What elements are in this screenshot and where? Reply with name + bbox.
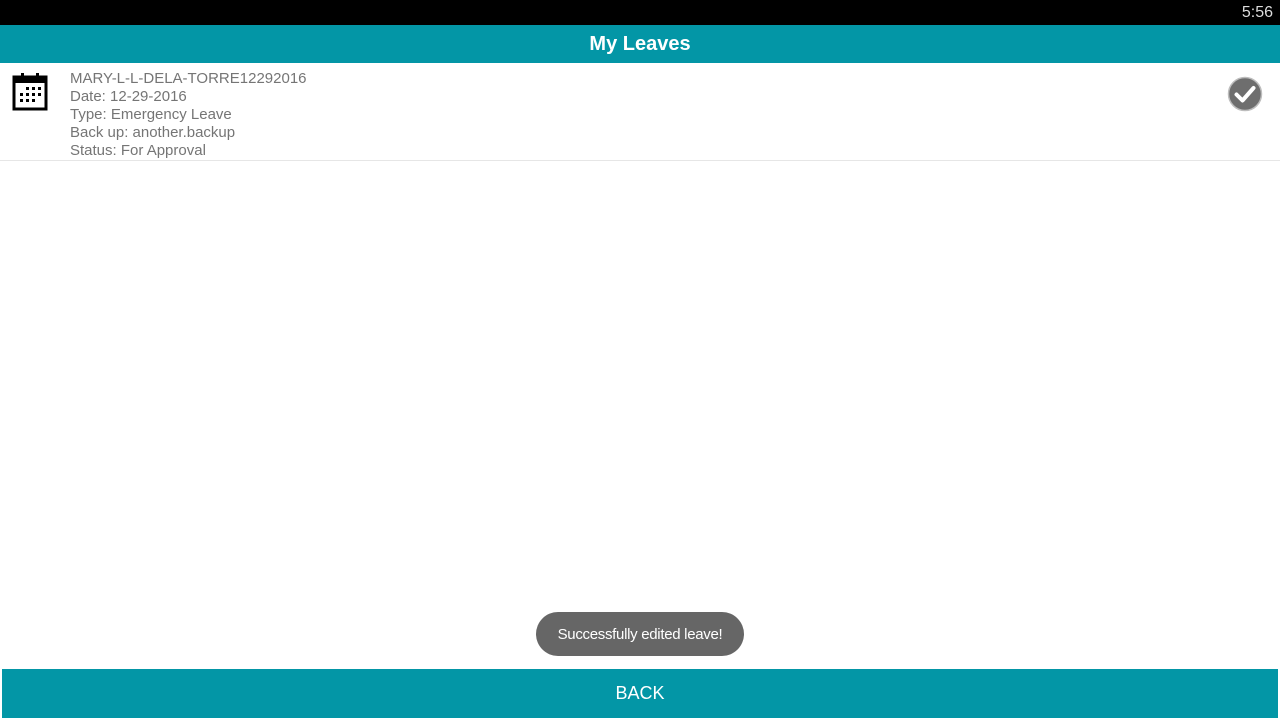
leave-date: Date: 12-29-2016 bbox=[70, 88, 187, 105]
leave-type: Type: Emergency Leave bbox=[70, 106, 232, 123]
calendar-icon bbox=[12, 73, 48, 111]
page-title: My Leaves bbox=[589, 32, 691, 55]
toast-notification: Successfully edited leave! bbox=[536, 612, 744, 656]
status-bar: 5:56 bbox=[0, 0, 1280, 25]
status-time: 5:56 bbox=[1241, 4, 1273, 21]
leave-id: MARY-L-L-DELA-TORRE12292016 bbox=[70, 70, 307, 87]
leave-list: MARY-L-L-DELA-TORRE12292016 Date: 12-29-… bbox=[0, 63, 1280, 161]
leave-backup: Back up: another.backup bbox=[70, 124, 236, 141]
leave-details: MARY-L-L-DELA-TORRE12292016 Date: 12-29-… bbox=[70, 70, 307, 160]
leave-status: Status: For Approval bbox=[70, 142, 206, 159]
leave-list-item[interactable]: MARY-L-L-DELA-TORRE12292016 Date: 12-29-… bbox=[0, 63, 1280, 161]
check-circle-icon[interactable] bbox=[1227, 76, 1263, 112]
app-bar: My Leaves bbox=[0, 25, 1280, 63]
toast-message: Successfully edited leave! bbox=[557, 625, 723, 643]
back-button-label: BACK bbox=[615, 683, 665, 703]
back-button[interactable]: BACK bbox=[2, 669, 1278, 718]
